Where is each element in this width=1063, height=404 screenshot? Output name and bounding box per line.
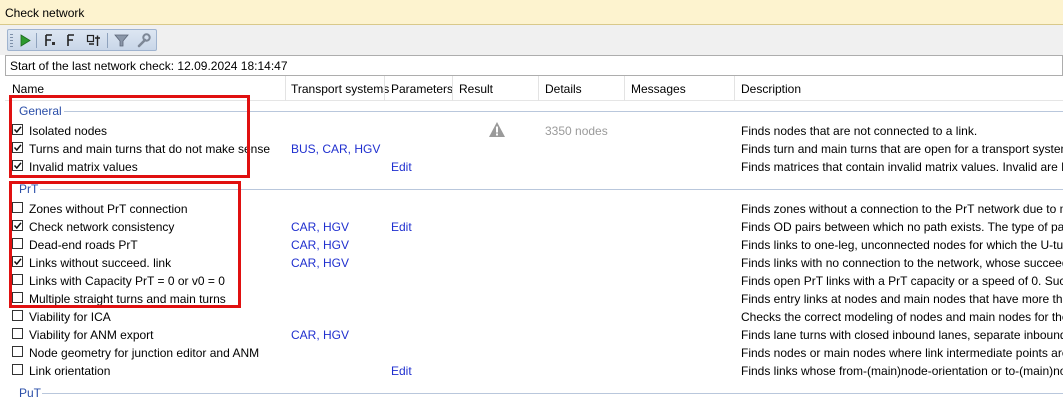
toolbar [7, 29, 157, 51]
row-checkbox[interactable] [12, 328, 23, 339]
row-description: Finds links whose from-(main)node-orient… [741, 364, 1063, 378]
row-transport-systems[interactable]: CAR, HGV [291, 238, 349, 252]
toolbar-grip[interactable] [10, 34, 13, 47]
col-parameters[interactable]: Parameters [391, 82, 453, 96]
row-name: Link orientation [29, 364, 111, 378]
row-transport-systems[interactable]: CAR, HGV [291, 256, 349, 270]
play-icon[interactable] [16, 32, 33, 49]
col-result[interactable]: Result [459, 82, 493, 96]
row-transport-systems[interactable]: CAR, HGV [291, 220, 349, 234]
column-divider[interactable] [538, 76, 539, 101]
table-row[interactable]: Node geometry for junction editor and AN… [0, 344, 1063, 362]
funnel-icon[interactable] [113, 32, 130, 49]
toolbar-separator [36, 33, 37, 48]
row-name: Viability for ANM export [29, 328, 154, 342]
row-description: Finds open PrT links with a PrT capacity… [741, 274, 1063, 288]
column-divider[interactable] [624, 76, 625, 101]
row-checkbox[interactable] [12, 364, 23, 375]
table-row[interactable]: Viability for ANM export CAR, HGV Finds la… [0, 326, 1063, 344]
col-description[interactable]: Description [741, 82, 801, 96]
col-transport-systems[interactable]: Transport systems [291, 82, 389, 96]
row-transport-systems[interactable]: BUS, CAR, HGV [291, 142, 380, 156]
highlight-box-general [9, 95, 250, 178]
row-name: Viability for ICA [29, 310, 111, 324]
wrench-icon[interactable] [135, 32, 152, 49]
row-parameters-edit-link[interactable]: Edit [391, 220, 412, 234]
row-description: Checks the correct modeling of nodes and… [741, 310, 1063, 324]
highlight-box-prt [9, 181, 241, 308]
col-name[interactable]: Name [12, 82, 44, 96]
column-divider[interactable] [452, 76, 453, 101]
row-description: Finds nodes that are not connected to a … [741, 124, 978, 138]
row-parameters-edit-link[interactable]: Edit [391, 364, 412, 378]
row-checkbox[interactable] [12, 346, 23, 357]
col-details[interactable]: Details [545, 82, 582, 96]
window-title: Check network [5, 6, 85, 20]
row-description: Finds links to one-leg, unconnected node… [741, 238, 1063, 252]
toolbar-strip [0, 25, 1063, 55]
last-check-text: Start of the last network check: 12.09.2… [10, 59, 288, 73]
filter-f-icon[interactable] [63, 32, 80, 49]
row-description: Finds entry links at nodes and main node… [741, 292, 1063, 306]
column-divider[interactable] [734, 76, 735, 101]
col-messages[interactable]: Messages [631, 82, 686, 96]
group-divider [42, 393, 1063, 394]
row-parameters-edit-link[interactable]: Edit [391, 160, 412, 174]
group-header-put[interactable]: PuT [19, 386, 41, 400]
title-bar: Check network [0, 0, 1063, 25]
row-description: Finds OD pairs between which no path exi… [741, 220, 1063, 234]
row-description: Finds lane turns with closed inbound lan… [741, 328, 1063, 342]
row-details: 3350 nodes [545, 124, 608, 138]
row-checkbox[interactable] [12, 310, 23, 321]
row-description: Finds zones without a connection to the … [741, 202, 1063, 216]
filter-f-icon[interactable] [41, 32, 58, 49]
column-divider[interactable] [384, 76, 385, 101]
row-description: Finds turn and main turns that are open … [741, 142, 1063, 156]
row-name: Node geometry for junction editor and AN… [29, 346, 260, 360]
last-check-bar: Start of the last network check: 12.09.2… [5, 55, 1063, 76]
warning-icon [488, 121, 506, 141]
toolbar-separator [107, 33, 108, 48]
row-description: Finds matrices that contain invalid matr… [741, 160, 1063, 174]
column-divider[interactable] [285, 76, 286, 101]
row-description: Finds nodes or main nodes where link int… [741, 346, 1063, 360]
row-transport-systems[interactable]: CAR, HGV [291, 328, 349, 342]
select-icon[interactable] [85, 32, 102, 49]
row-description: Finds links with no connection to the ne… [741, 256, 1063, 270]
table-row[interactable]: Viability for ICA Checks the correct mode… [0, 308, 1063, 326]
table-row[interactable]: Link orientation Edit Finds links whose fr… [0, 362, 1063, 380]
